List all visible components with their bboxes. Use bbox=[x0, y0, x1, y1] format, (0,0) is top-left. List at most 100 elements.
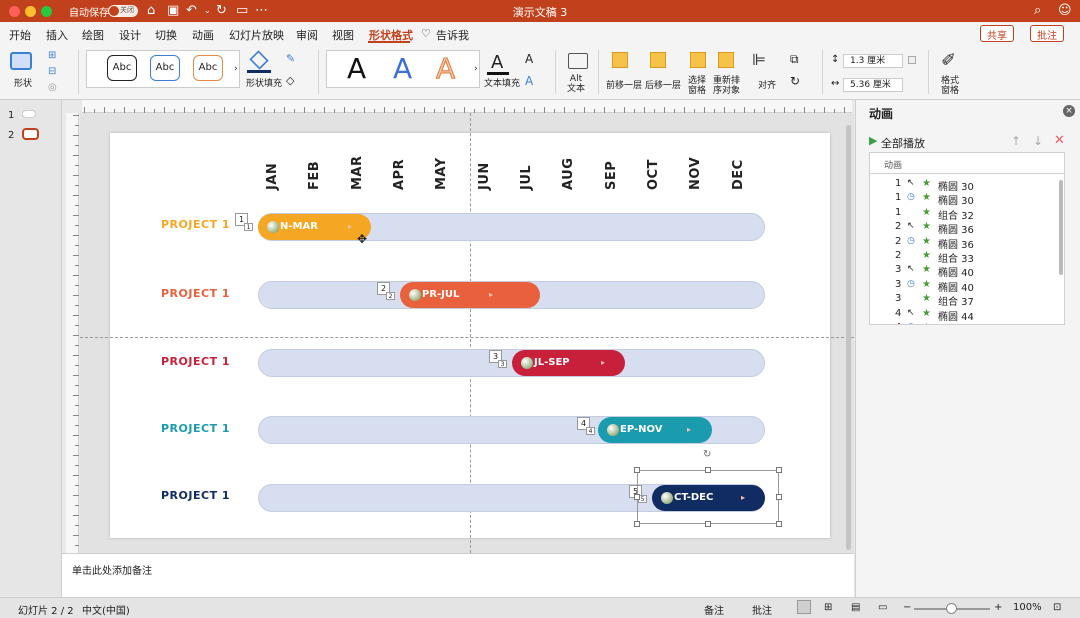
merge-shapes-icon[interactable]: ◎ bbox=[48, 82, 57, 93]
tab-view[interactable]: 视图 bbox=[332, 27, 354, 43]
month-label[interactable]: NOV bbox=[688, 150, 703, 190]
align-label[interactable]: 对齐 bbox=[758, 78, 776, 91]
resize-handle[interactable] bbox=[705, 521, 711, 527]
alt-text-icon[interactable] bbox=[568, 53, 588, 69]
zoom-slider-thumb[interactable] bbox=[946, 603, 957, 614]
notes-toggle[interactable]: 备注 bbox=[704, 602, 724, 617]
normal-view-icon[interactable] bbox=[797, 600, 811, 614]
style-preset-1[interactable]: Abc bbox=[107, 55, 137, 81]
send-backward-label[interactable]: 后移一层 bbox=[645, 78, 681, 91]
shape-fill-label[interactable]: 形状填充 bbox=[246, 76, 282, 89]
slide-thumbnail-2[interactable] bbox=[22, 128, 39, 140]
wordart-preset-2[interactable]: A bbox=[393, 52, 412, 85]
animation-list-item[interactable]: 3 ↖ ★ 椭圆 40 bbox=[870, 264, 1054, 279]
month-label[interactable]: APR bbox=[392, 150, 407, 190]
bring-forward-icon[interactable] bbox=[612, 52, 628, 68]
animation-list-item[interactable]: 2 ↖ ★ 椭圆 36 bbox=[870, 221, 1054, 236]
shape-outline-icon[interactable]: ✎ bbox=[286, 52, 295, 65]
wordart-more-icon[interactable]: › bbox=[474, 64, 478, 74]
tab-animations[interactable]: 动画 bbox=[192, 27, 214, 43]
month-label[interactable]: JUL bbox=[519, 150, 534, 190]
animation-tag-small[interactable]: 4 bbox=[586, 427, 595, 435]
canvas-scrollbar[interactable] bbox=[846, 125, 851, 550]
shape-width-field[interactable]: 5.36 厘米 bbox=[843, 78, 903, 92]
tab-review[interactable]: 审阅 bbox=[296, 27, 318, 43]
tell-me[interactable]: 告诉我 bbox=[436, 27, 469, 43]
resize-handle[interactable] bbox=[634, 467, 640, 473]
zoom-in-icon[interactable]: + bbox=[994, 602, 1002, 613]
animation-tag-small[interactable]: 3 bbox=[498, 360, 507, 368]
animation-list-item[interactable]: 2 ★ 组合 33 bbox=[870, 250, 1054, 265]
animation-list-item[interactable]: 4 ◷ ★ 椭圆 44 bbox=[870, 322, 1054, 324]
selection-pane-label[interactable]: 选择 窗格 bbox=[688, 76, 706, 96]
resize-handle[interactable] bbox=[776, 467, 782, 473]
text-effects-icon[interactable]: A bbox=[525, 74, 533, 88]
bring-forward-label[interactable]: 前移一层 bbox=[606, 78, 642, 91]
timeline-bar-jul-sep[interactable]: JL-SEP ▸ bbox=[512, 350, 625, 376]
smiley-icon[interactable]: ☺ bbox=[1058, 3, 1072, 18]
tab-transitions[interactable]: 切换 bbox=[155, 27, 177, 43]
shape-icon[interactable] bbox=[10, 52, 32, 70]
paint-bucket-icon[interactable] bbox=[249, 50, 269, 70]
notes-placeholder[interactable]: 单击此处添加备注 bbox=[72, 562, 152, 577]
share-button[interactable]: 共享 bbox=[980, 25, 1014, 42]
wordart-preset-3[interactable]: A bbox=[435, 52, 455, 86]
selection-pane-icon[interactable] bbox=[690, 52, 706, 68]
comments-button[interactable]: 批注 bbox=[1030, 25, 1064, 42]
animation-list-item[interactable]: 1 ◷ ★ 椭圆 30 bbox=[870, 192, 1054, 207]
group-icon[interactable]: ⧉ bbox=[790, 52, 799, 67]
animation-list-item[interactable]: 1 ★ 组合 32 bbox=[870, 207, 1054, 222]
tab-slideshow[interactable]: 幻灯片放映 bbox=[229, 27, 284, 43]
slide-sorter-icon[interactable]: ⊞ bbox=[824, 602, 832, 613]
project-label[interactable]: PROJECT 1 bbox=[161, 489, 230, 502]
zoom-level[interactable]: 100% bbox=[1013, 602, 1042, 613]
month-label[interactable]: SEP bbox=[604, 150, 619, 190]
animation-list-item[interactable]: 4 ↖ ★ 椭圆 44 bbox=[870, 308, 1054, 323]
language-indicator[interactable]: 中文(中国) bbox=[82, 602, 130, 617]
animation-list[interactable]: 1 ↖ ★ 椭圆 30 1 ◷ ★ 椭圆 30 1 ★ 组合 32 2 ↖ ★ 椭圆 36 2 ◷ ★ 椭圆 36 2… bbox=[869, 173, 1065, 325]
timeline-bar-jan-mar[interactable]: N-MAR ▸ bbox=[258, 214, 371, 240]
month-label[interactable]: OCT bbox=[646, 150, 661, 190]
resize-handle[interactable] bbox=[776, 494, 782, 500]
animation-list-item[interactable]: 1 ↖ ★ 椭圆 30 bbox=[870, 178, 1054, 193]
zoom-out-icon[interactable]: − bbox=[903, 602, 911, 613]
animation-list-item[interactable]: 3 ★ 组合 37 bbox=[870, 293, 1054, 308]
animation-tag-small[interactable]: 1 bbox=[244, 223, 253, 231]
slide-thumbnail-1[interactable] bbox=[22, 110, 36, 118]
month-label[interactable]: FEB bbox=[307, 150, 322, 190]
format-pane-icon[interactable]: ✐ bbox=[941, 50, 956, 71]
rotate-handle-icon[interactable]: ↻ bbox=[703, 449, 711, 460]
move-up-icon[interactable]: ↑ bbox=[1011, 134, 1021, 148]
rotate-icon[interactable]: ↻ bbox=[790, 74, 800, 88]
resize-handle[interactable] bbox=[776, 521, 782, 527]
tab-insert[interactable]: 插入 bbox=[46, 27, 68, 43]
slideshow-icon[interactable]: ▭ bbox=[878, 602, 887, 613]
shape-effects-icon[interactable]: ◇ bbox=[286, 74, 294, 87]
text-outline-icon[interactable]: A bbox=[525, 52, 533, 66]
resize-handle[interactable] bbox=[705, 467, 711, 473]
shape-height-field[interactable]: 1.3 厘米 bbox=[843, 54, 903, 68]
timeline-bar-apr-jul[interactable]: PR-JUL ▸ bbox=[400, 282, 540, 308]
align-icon[interactable]: ⊫ bbox=[752, 50, 766, 69]
text-fill-icon[interactable]: A bbox=[491, 52, 503, 73]
delete-icon[interactable]: ✕ bbox=[1054, 133, 1065, 148]
play-icon[interactable]: ▶ bbox=[869, 134, 877, 147]
reading-view-icon[interactable]: ▤ bbox=[851, 602, 860, 613]
timeline-bar-sep-nov[interactable]: EP-NOV ▸ bbox=[598, 417, 712, 443]
alt-text-label[interactable]: Alt 文本 bbox=[567, 74, 585, 94]
textbox-icon[interactable]: ⊟ bbox=[48, 66, 56, 77]
tab-design[interactable]: 设计 bbox=[119, 27, 141, 43]
search-icon[interactable]: ⌕ bbox=[1034, 3, 1041, 18]
month-label[interactable]: JUN bbox=[477, 150, 492, 190]
animation-list-scrollbar[interactable] bbox=[1059, 180, 1063, 275]
project-label[interactable]: PROJECT 1 bbox=[161, 355, 230, 368]
notes-pane[interactable]: 单击此处添加备注 bbox=[62, 553, 854, 597]
tab-home[interactable]: 开始 bbox=[9, 27, 31, 43]
month-label[interactable]: AUG bbox=[561, 150, 576, 190]
wordart-preset-1[interactable]: A bbox=[347, 52, 366, 85]
style-preset-2[interactable]: Abc bbox=[150, 55, 180, 81]
resize-handle[interactable] bbox=[634, 521, 640, 527]
text-fill-label[interactable]: 文本填充 bbox=[484, 76, 520, 89]
move-down-icon[interactable]: ↓ bbox=[1033, 134, 1043, 148]
play-all-button[interactable]: 全部播放 bbox=[881, 135, 925, 151]
